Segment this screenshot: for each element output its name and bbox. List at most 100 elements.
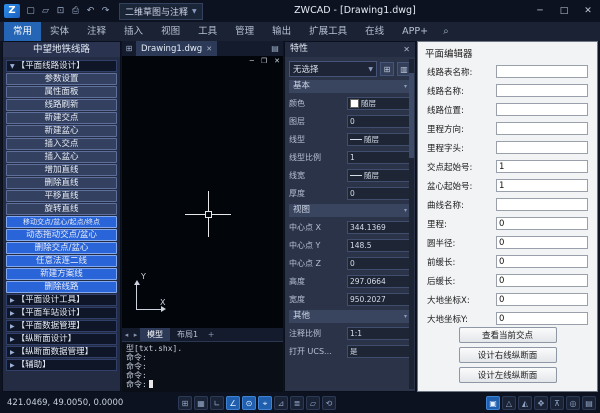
sidebar-item-7[interactable]: 插入盆心 — [6, 151, 117, 163]
sidebar-item-6[interactable]: 插入交点 — [6, 138, 117, 150]
zwcad-logo-icon[interactable]: Z — [4, 4, 20, 18]
polar-icon[interactable]: ∠ — [226, 396, 240, 410]
property-value[interactable]: 随层 — [347, 169, 411, 182]
field-input-2[interactable] — [496, 103, 588, 116]
tab-nav-left-icon[interactable]: ◂ — [122, 331, 131, 339]
mdi-minimize-icon[interactable]: ─ — [250, 57, 254, 66]
field-input-9[interactable] — [496, 236, 588, 249]
sidebar-group-21[interactable]: ▶【纵断面设计】 — [6, 333, 117, 345]
editor-button-2[interactable]: 设计左线纵断面 — [459, 367, 557, 383]
sidebar-item-13[interactable]: 动态拖动交点/盆心 — [6, 229, 117, 241]
ortho-icon[interactable]: ∟ — [210, 396, 224, 410]
add-layout-icon[interactable]: + — [205, 330, 217, 339]
drawing-canvas[interactable]: ─ ❐ ✕ Y X — [122, 56, 283, 328]
property-value[interactable]: 0 — [347, 115, 411, 128]
ribbon-tab-2[interactable]: 注释 — [78, 22, 115, 41]
mdi-close-icon[interactable]: ✕ — [274, 57, 280, 66]
workspace-icon[interactable]: ✥ — [534, 396, 548, 410]
redo-icon[interactable]: ↷ — [98, 0, 113, 22]
clean-screen-icon[interactable]: ▤ — [582, 396, 596, 410]
field-input-10[interactable] — [496, 255, 588, 268]
field-input-8[interactable] — [496, 217, 588, 230]
ribbon-tab-9[interactable]: 在线 — [356, 22, 393, 41]
new-file-icon[interactable]: ▢ — [23, 0, 38, 22]
property-value[interactable]: 950.2027 — [347, 293, 411, 306]
ribbon-tab-8[interactable]: 扩展工具 — [300, 22, 356, 41]
ui-lock-icon[interactable]: ⊼ — [550, 396, 564, 410]
close-button[interactable]: ✕ — [576, 0, 600, 22]
sidebar-item-17[interactable]: 删除线路 — [6, 281, 117, 293]
sidebar-item-15[interactable]: 任意法连二线 — [6, 255, 117, 267]
scrollbar-thumb[interactable] — [409, 73, 414, 158]
sidebar-item-14[interactable]: 删除交点/盆心 — [6, 242, 117, 254]
open-file-icon[interactable]: ▱ — [38, 0, 53, 22]
close-icon[interactable]: ✕ — [403, 42, 410, 57]
editor-button-1[interactable]: 设计右线纵断面 — [459, 347, 557, 363]
mdi-restore-icon[interactable]: ❐ — [261, 57, 267, 66]
sidebar-group-18[interactable]: ▶【平面设计工具】 — [6, 294, 117, 306]
sidebar-item-12[interactable]: 移动交点/盆心/起点/终点 — [6, 216, 117, 228]
field-input-4[interactable] — [496, 141, 588, 154]
sidebar-item-10[interactable]: 平移直线 — [6, 190, 117, 202]
property-value[interactable]: 随层 — [347, 133, 411, 146]
properties-section-0[interactable]: 基本▾ — [289, 80, 411, 93]
ribbon-tab-4[interactable]: 视图 — [152, 22, 189, 41]
annotation-scale-icon[interactable]: △ — [502, 396, 516, 410]
properties-scrollbar[interactable] — [409, 59, 414, 389]
sidebar-group-20[interactable]: ▶【平面数据管理】 — [6, 320, 117, 332]
field-input-1[interactable] — [496, 84, 588, 97]
sidebar-group-0[interactable]: ▼【平面线路设计】 — [6, 60, 117, 72]
ribbon-tab-6[interactable]: 管理 — [226, 22, 263, 41]
sidebar-group-22[interactable]: ▶【纵断面数据管理】 — [6, 346, 117, 358]
tab-layout1[interactable]: 布局1 — [170, 328, 205, 341]
dyn-icon[interactable]: ⊿ — [274, 396, 288, 410]
property-value[interactable]: 148.5 — [347, 239, 411, 252]
grid-icon[interactable]: ▦ — [194, 396, 208, 410]
sidebar-item-9[interactable]: 删除直线 — [6, 177, 117, 189]
field-input-3[interactable] — [496, 122, 588, 135]
osnap-icon[interactable]: ⊙ — [242, 396, 256, 410]
selection-filter-dropdown[interactable]: 无选择 ▼ — [289, 61, 377, 77]
undo-icon[interactable]: ↶ — [83, 0, 98, 22]
ribbon-tab-7[interactable]: 输出 — [263, 22, 300, 41]
properties-section-1[interactable]: 视图▾ — [289, 204, 411, 217]
save-icon[interactable]: ⊡ — [53, 0, 68, 22]
minimize-button[interactable]: ─ — [528, 0, 552, 22]
annotation-visibility-icon[interactable]: ◭ — [518, 396, 532, 410]
property-value[interactable]: 0 — [347, 257, 411, 270]
lineweight-icon[interactable]: ≣ — [290, 396, 304, 410]
command-prompt-row[interactable]: 命令: — [126, 380, 279, 389]
sidebar-item-5[interactable]: 新建盆心 — [6, 125, 117, 137]
ribbon-tab-5[interactable]: 工具 — [189, 22, 226, 41]
command-window[interactable]: 型[txt.shx].命令:命令:命令: 命令: — [122, 341, 283, 392]
isolate-icon[interactable]: ◎ — [566, 396, 580, 410]
selection-cycling-icon[interactable]: ⟲ — [322, 396, 336, 410]
sidebar-item-8[interactable]: 增加直线 — [6, 164, 117, 176]
field-input-11[interactable] — [496, 274, 588, 287]
close-icon[interactable]: ✕ — [206, 45, 212, 53]
ribbon-tab-3[interactable]: 插入 — [115, 22, 152, 41]
sidebar-item-4[interactable]: 新建交点 — [6, 112, 117, 124]
print-icon[interactable]: ⎙ — [68, 0, 83, 22]
workspace-selector[interactable]: 二维草图与注释 ▼ — [119, 3, 203, 20]
tab-list-icon[interactable]: ▤ — [267, 44, 283, 53]
field-input-6[interactable] — [496, 179, 588, 192]
property-value[interactable]: 297.0664 — [347, 275, 411, 288]
field-input-0[interactable] — [496, 65, 588, 78]
property-value[interactable]: 0 — [347, 187, 411, 200]
new-drawing-icon[interactable]: ⊞ — [122, 44, 136, 53]
field-input-7[interactable] — [496, 198, 588, 211]
ribbon-tab-0[interactable]: 常用 — [4, 22, 41, 41]
sidebar-group-23[interactable]: ▶【辅助】 — [6, 359, 117, 371]
property-value[interactable]: 是 — [347, 345, 411, 358]
pickadd-toggle-icon[interactable]: ⊞ — [380, 62, 394, 76]
properties-section-2[interactable]: 其他▾ — [289, 310, 411, 323]
otrack-icon[interactable]: ⌖ — [258, 396, 272, 410]
editor-button-0[interactable]: 查看当前交点 — [459, 327, 557, 343]
snap-icon[interactable]: ⊞ — [178, 396, 192, 410]
maximize-button[interactable]: □ — [552, 0, 576, 22]
tab-model[interactable]: 模型 — [140, 328, 170, 341]
transparency-icon[interactable]: ▱ — [306, 396, 320, 410]
field-input-13[interactable] — [496, 312, 588, 325]
sidebar-item-1[interactable]: 参数设置 — [6, 73, 117, 85]
